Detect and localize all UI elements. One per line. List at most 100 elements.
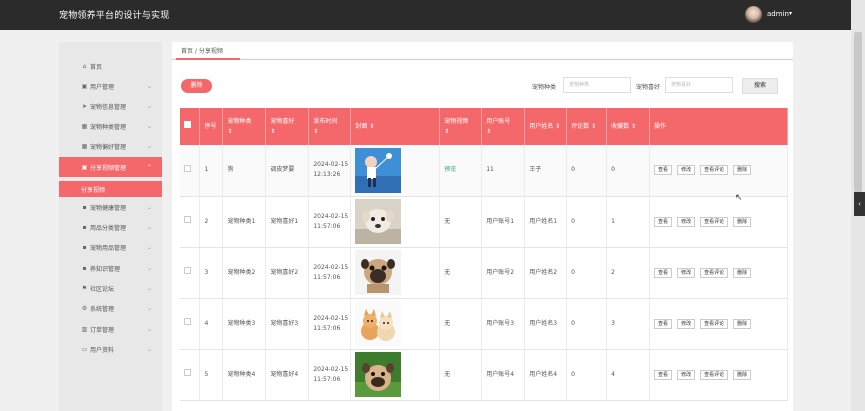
- column-header-4[interactable]: 封面 ⇕: [350, 108, 441, 145]
- cover-image[interactable]: [350, 298, 441, 350]
- delete-button[interactable]: 删除: [733, 318, 752, 329]
- sidebar-item-9[interactable]: ▪ 养知识管理 ⌄: [59, 258, 162, 278]
- batch-delete-button[interactable]: 删除: [181, 79, 212, 93]
- column-header-9[interactable]: 收藏数 ⇕: [606, 108, 651, 145]
- sidebar-item-6[interactable]: ▪ 宠物健康管理 ⌄: [59, 197, 162, 217]
- cell-time: 2024-02-15 11:57:06: [308, 298, 352, 350]
- delete-button[interactable]: 删除: [733, 165, 752, 176]
- select-all-checkbox[interactable]: [180, 108, 201, 145]
- search-button[interactable]: 搜索: [742, 78, 778, 94]
- sidebar-item-11[interactable]: ⚙ 系统管理 ⌄: [59, 298, 162, 318]
- column-header-8[interactable]: 评论数 ⇕: [566, 108, 608, 145]
- row-checkbox[interactable]: [180, 196, 201, 248]
- menu-icon: ▥: [81, 325, 88, 333]
- column-header-label: 宠物喜好: [270, 117, 295, 125]
- chevron-down-icon[interactable]: ▾: [789, 10, 792, 17]
- sidebar-item-label: 宠物信息管理: [90, 103, 127, 111]
- sidebar-item-0[interactable]: ⌂ 首页: [59, 56, 162, 76]
- column-header-1[interactable]: 宠物种类 ⇕: [222, 108, 267, 145]
- column-header-0[interactable]: 序号: [199, 108, 224, 145]
- view-comments-button[interactable]: 查看评论: [700, 267, 729, 278]
- menu-icon: ⌂: [82, 62, 87, 70]
- sidebar-item-4[interactable]: ▦ 宠物偏好管理 ⌄: [59, 136, 162, 156]
- column-header-2[interactable]: 宠物喜好 ⇕: [265, 108, 310, 145]
- pet-kind-input[interactable]: 宠物种类: [563, 77, 631, 93]
- sidebar-item-1[interactable]: ▣ 用户管理 ⌄: [59, 76, 162, 96]
- sort-icon[interactable]: ⇕: [631, 123, 636, 130]
- sort-icon[interactable]: ⇕: [555, 123, 560, 130]
- collapse-handle-icon[interactable]: ‹: [854, 192, 865, 216]
- sort-icon[interactable]: ⇕: [313, 128, 318, 135]
- column-header-label: 宠物视频: [444, 117, 469, 125]
- sidebar-item-10[interactable]: ⚑ 社区论坛 ⌄: [59, 278, 162, 298]
- view-comments-button[interactable]: 查看评论: [700, 318, 729, 329]
- edit-button[interactable]: 修改: [677, 369, 696, 380]
- view-button[interactable]: 查看: [654, 318, 673, 329]
- column-header-label: 封面: [355, 122, 368, 130]
- submenu-item-share-video[interactable]: 分享视频: [59, 181, 162, 197]
- edit-button[interactable]: 修改: [677, 267, 696, 278]
- cover-image[interactable]: [350, 145, 441, 197]
- sidebar-item-label: 分享视频管理: [90, 164, 127, 172]
- user-name[interactable]: admin: [767, 10, 789, 18]
- scrollbar-thumb[interactable]: [854, 32, 862, 192]
- table-row: 2 宠物种类1 宠物喜好1 2024-02-15 11:57:06 无 用户账号1 用户姓名…: [180, 196, 788, 248]
- sort-icon[interactable]: ⇕: [369, 123, 374, 130]
- cell-favs: 3: [606, 298, 651, 350]
- column-header-6[interactable]: 用户账号 ⇕: [481, 108, 526, 145]
- delete-button[interactable]: 删除: [733, 369, 752, 380]
- chevron-icon: ⌃: [147, 163, 153, 171]
- cell-video[interactable]: 预览: [439, 145, 483, 197]
- edit-button[interactable]: 修改: [677, 165, 696, 176]
- chevron-icon: ⌄: [147, 284, 153, 292]
- delete-button[interactable]: 删除: [733, 216, 752, 227]
- sidebar-item-3[interactable]: ▦ 宠物种类管理 ⌄: [59, 116, 162, 136]
- sidebar-item-8[interactable]: ▪ 宠物用品管理 ⌄: [59, 237, 162, 257]
- cell-name: 用户姓名1: [524, 196, 568, 248]
- row-checkbox[interactable]: [180, 247, 201, 299]
- view-button[interactable]: 查看: [654, 165, 673, 176]
- view-comments-button[interactable]: 查看评论: [700, 165, 729, 176]
- delete-button[interactable]: 删除: [733, 267, 752, 278]
- cover-image[interactable]: [350, 196, 441, 248]
- cover-image[interactable]: [350, 349, 441, 401]
- menu-icon: ➤: [81, 102, 88, 110]
- sidebar-item-5[interactable]: ▣ 分享视频管理 ⌃: [59, 157, 162, 177]
- video-link[interactable]: 预览: [444, 166, 456, 173]
- column-header-5[interactable]: 宠物视频 ⇕: [439, 108, 483, 145]
- chevron-icon: ⌄: [147, 264, 153, 272]
- column-header-3[interactable]: 发布时间 ⇕: [308, 108, 352, 145]
- cell-name: 用户姓名3: [524, 298, 568, 350]
- view-comments-button[interactable]: 查看评论: [700, 216, 729, 227]
- sort-icon[interactable]: ⇕: [486, 128, 491, 135]
- sidebar-item-13[interactable]: ▭ 用户资料 ⌄: [59, 339, 162, 359]
- view-button[interactable]: 查看: [654, 267, 673, 278]
- view-button[interactable]: 查看: [654, 216, 673, 227]
- cell-account: 11: [481, 145, 526, 197]
- row-checkbox[interactable]: [180, 145, 201, 197]
- menu-icon: ▣: [81, 163, 88, 171]
- sidebar-item-7[interactable]: ▪ 用品分类管理 ⌄: [59, 217, 162, 237]
- sort-icon[interactable]: ⇕: [270, 128, 275, 135]
- edit-button[interactable]: 修改: [677, 318, 696, 329]
- column-header-7[interactable]: 用户姓名 ⇕: [524, 108, 568, 145]
- sidebar-item-label: 首页: [90, 63, 103, 71]
- sort-icon[interactable]: ⇕: [227, 128, 232, 135]
- view-button[interactable]: 查看: [654, 369, 673, 380]
- pet-pref-input[interactable]: 宠物喜好: [665, 77, 733, 93]
- row-checkbox[interactable]: [180, 298, 201, 350]
- breadcrumb[interactable]: 首页 / 分享视频: [181, 46, 223, 55]
- view-comments-button[interactable]: 查看评论: [700, 369, 729, 380]
- cell-kind: 宠物种类1: [222, 196, 267, 248]
- sidebar-item-2[interactable]: ➤ 宠物信息管理 ⌄: [59, 96, 162, 116]
- cover-image[interactable]: [350, 247, 441, 299]
- sort-icon[interactable]: ⇕: [591, 123, 596, 130]
- sidebar-item-12[interactable]: ▥ 订单管理 ⌄: [59, 319, 162, 339]
- sidebar-item-label: 用户管理: [90, 83, 115, 91]
- menu-icon: ▪: [82, 223, 87, 231]
- edit-button[interactable]: 修改: [677, 216, 696, 227]
- row-checkbox[interactable]: [180, 349, 201, 401]
- sort-icon[interactable]: ⇕: [444, 128, 449, 135]
- cell-account: 用户账号4: [481, 349, 526, 401]
- avatar[interactable]: [745, 6, 762, 23]
